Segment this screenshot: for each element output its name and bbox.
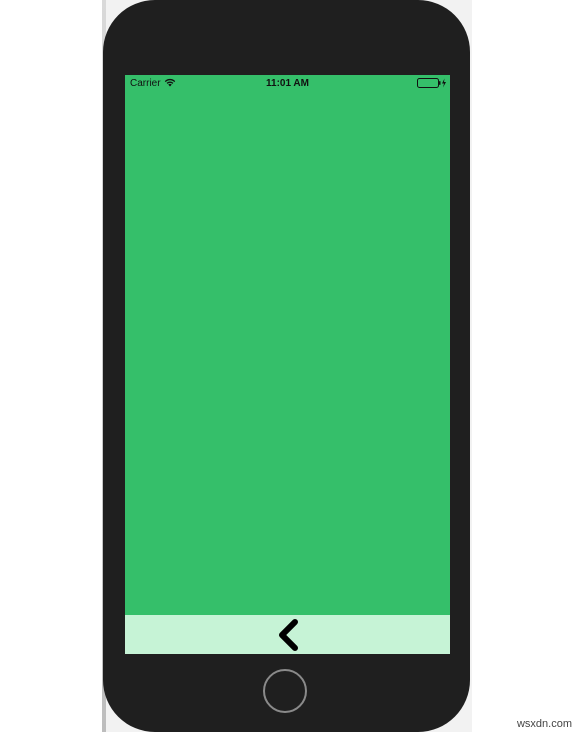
bottom-nav-bar bbox=[125, 615, 450, 654]
battery-charging-icon bbox=[417, 78, 446, 88]
device-screen: Carrier 11:01 AM bbox=[125, 75, 450, 654]
home-button[interactable] bbox=[263, 669, 307, 713]
watermark-text: wsxdn.com bbox=[516, 718, 572, 730]
chevron-left-icon[interactable] bbox=[275, 618, 301, 652]
status-time: 11:01 AM bbox=[266, 78, 309, 89]
status-bar: Carrier 11:01 AM bbox=[125, 75, 450, 91]
